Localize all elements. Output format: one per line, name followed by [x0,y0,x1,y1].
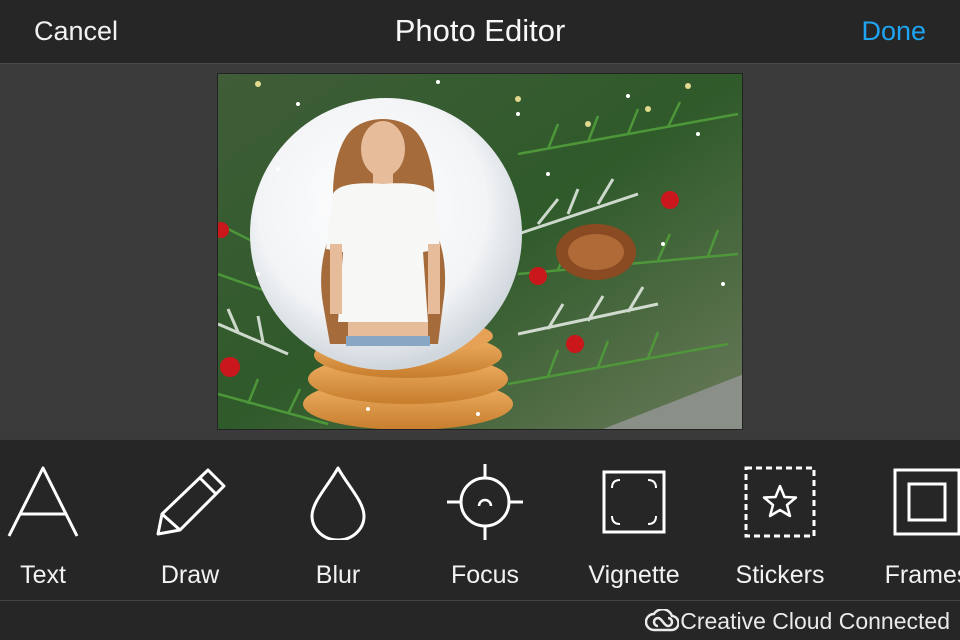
star-icon [744,466,816,538]
vignette-icon [602,470,666,534]
tool-stickers-label: Stickers [735,561,825,589]
tool-focus-label: Focus [450,561,520,589]
frame-icon [893,468,960,536]
status-bar: Creative Cloud Connected [0,600,960,640]
tool-vignette-label: Vignette [588,561,680,589]
tool-blur[interactable]: Blur [268,440,408,600]
crosshair-icon [447,464,523,540]
tool-stickers[interactable]: Stickers [710,440,850,600]
tool-frames-label: Frames [884,561,960,589]
tool-draw-label: Draw [160,561,220,589]
tool-focus[interactable]: Focus [415,440,555,600]
tool-blur-label: Blur [315,561,361,589]
page-title: Photo Editor [394,13,566,48]
tool-text-label: Text [20,561,66,589]
creative-cloud-icon [645,609,679,632]
tool-draw[interactable]: Draw [120,440,260,600]
status-text: Creative Cloud Connected [680,608,950,634]
pencil-icon [156,468,226,536]
photo-preview[interactable] [217,73,743,430]
done-button[interactable]: Done [861,16,926,47]
text-icon [7,466,79,537]
drop-icon [310,466,366,540]
photo-image [218,74,742,429]
tool-frames[interactable]: Frames [857,440,960,600]
tool-text[interactable]: Text [0,440,113,600]
top-bar: Cancel Photo Editor Done [0,0,960,64]
tool-vignette[interactable]: Vignette [564,440,704,600]
tools-toolbar: Text Draw Blur Focus Vignette Stickers F… [0,440,960,600]
